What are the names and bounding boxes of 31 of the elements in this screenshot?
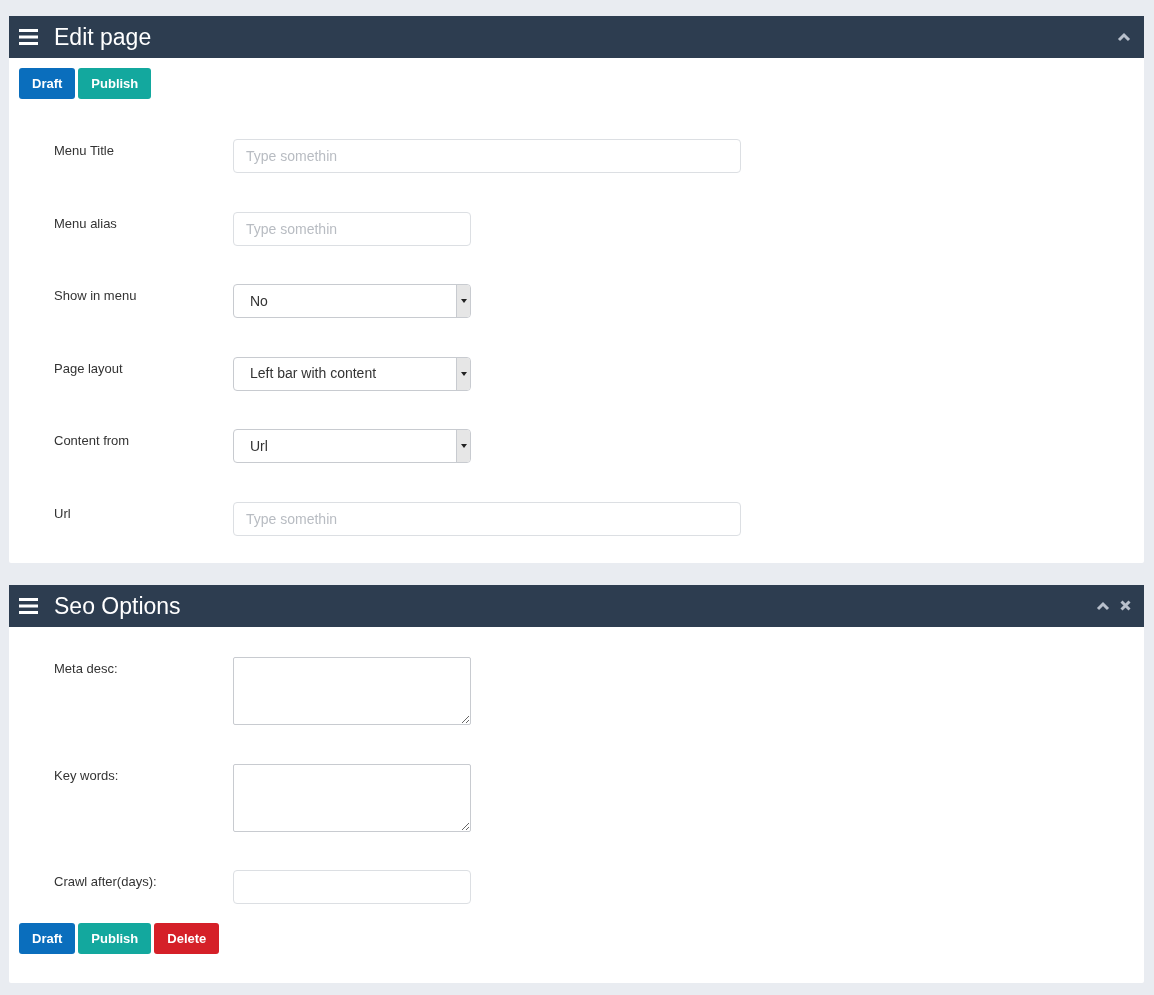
- field-label: Menu Title: [54, 142, 115, 160]
- field-label: Url: [54, 504, 72, 523]
- text-input[interactable]: Type somethin: [233, 139, 741, 173]
- field-label: Page layout: [54, 359, 124, 378]
- text-input[interactable]: [233, 870, 471, 905]
- field-label: Menu alias: [54, 214, 118, 233]
- field-label: Content from: [54, 432, 131, 451]
- field-label: Show in menu: [54, 287, 138, 306]
- dropdown[interactable]: Url: [233, 429, 471, 464]
- collapse-icon[interactable]: [1117, 32, 1131, 42]
- dropdown[interactable]: Left bar with content: [233, 356, 471, 391]
- field-label: Key words:: [54, 766, 120, 785]
- draft-button[interactable]: Draft: [19, 923, 76, 955]
- dropdown-arrow-icon: [460, 371, 467, 376]
- close-icon[interactable]: [1120, 600, 1131, 612]
- dropdown[interactable]: No: [233, 284, 471, 319]
- field-label: Crawl after(days):: [54, 873, 158, 892]
- field-label: Meta desc:: [54, 659, 119, 678]
- dropdown-arrow-icon: [460, 299, 467, 304]
- collapse-icon[interactable]: [1096, 600, 1110, 611]
- draft-button[interactable]: Draft: [19, 68, 76, 99]
- menu-icon[interactable]: [19, 29, 38, 45]
- delete-button[interactable]: Delete: [154, 923, 220, 955]
- panel-title: Seo Options: [54, 591, 181, 621]
- text-input[interactable]: Type somethin: [233, 211, 471, 246]
- publish-button[interactable]: Publish: [78, 923, 152, 955]
- menu-icon[interactable]: [19, 597, 38, 614]
- publish-button[interactable]: Publish: [78, 68, 152, 99]
- text-input[interactable]: Type somethin: [233, 501, 741, 536]
- panel-title: Edit page: [54, 22, 152, 52]
- dropdown-arrow-icon: [460, 444, 467, 449]
